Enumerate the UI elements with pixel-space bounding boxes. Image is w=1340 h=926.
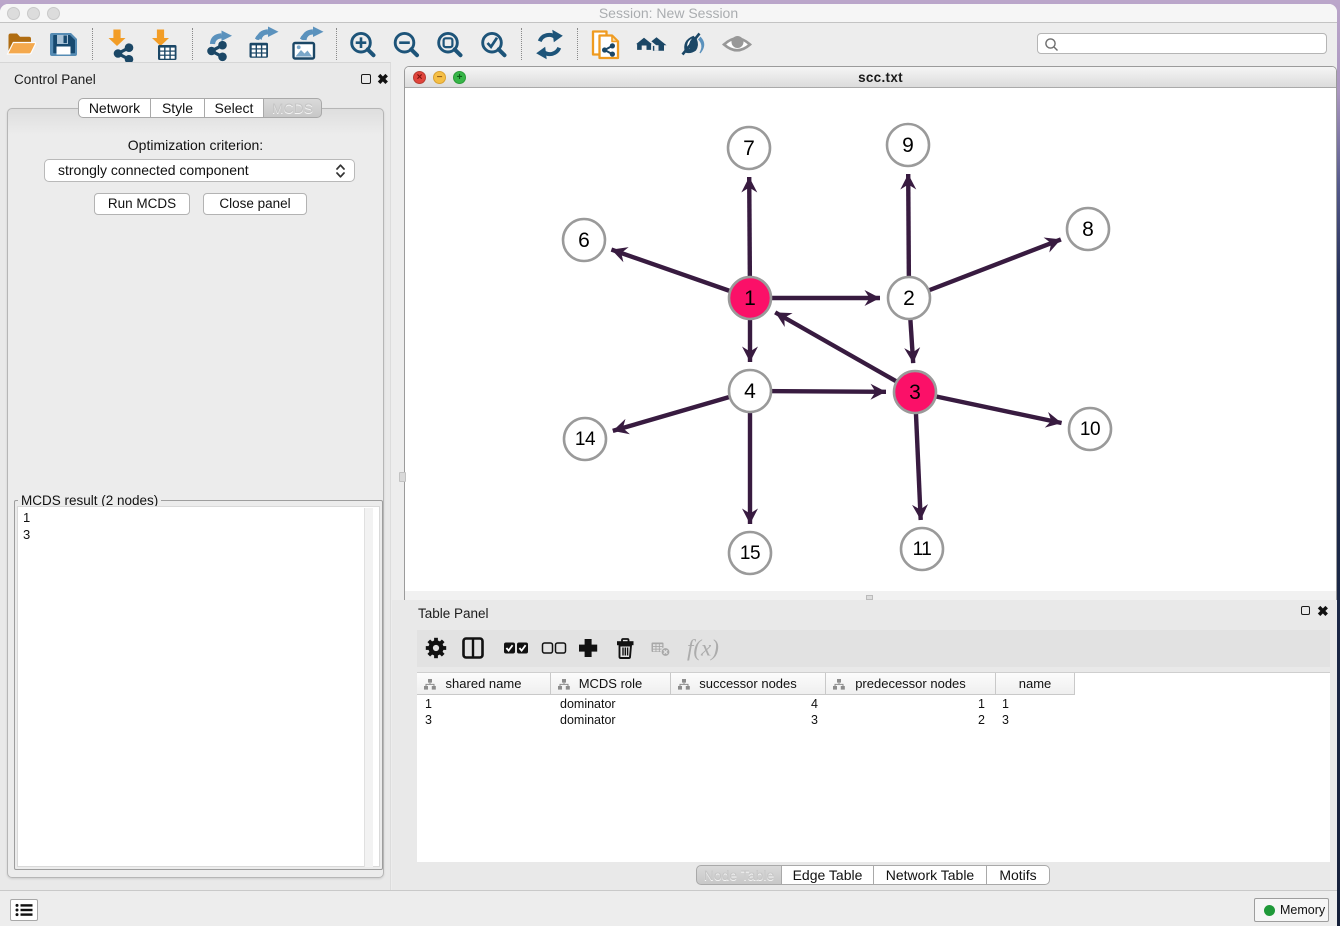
svg-text:3: 3 — [909, 381, 921, 404]
svg-text:7: 7 — [743, 137, 755, 160]
svg-text:10: 10 — [1080, 419, 1100, 440]
svg-text:14: 14 — [575, 429, 596, 450]
svg-text:1: 1 — [744, 287, 756, 310]
svg-text:11: 11 — [913, 539, 932, 560]
svg-text:2: 2 — [903, 287, 915, 310]
svg-text:8: 8 — [1082, 218, 1094, 241]
svg-text:15: 15 — [740, 543, 760, 564]
svg-text:f(x): f(x) — [687, 636, 719, 661]
svg-text:4: 4 — [744, 380, 756, 403]
svg-text:6: 6 — [578, 229, 590, 252]
svg-text:9: 9 — [902, 134, 914, 157]
